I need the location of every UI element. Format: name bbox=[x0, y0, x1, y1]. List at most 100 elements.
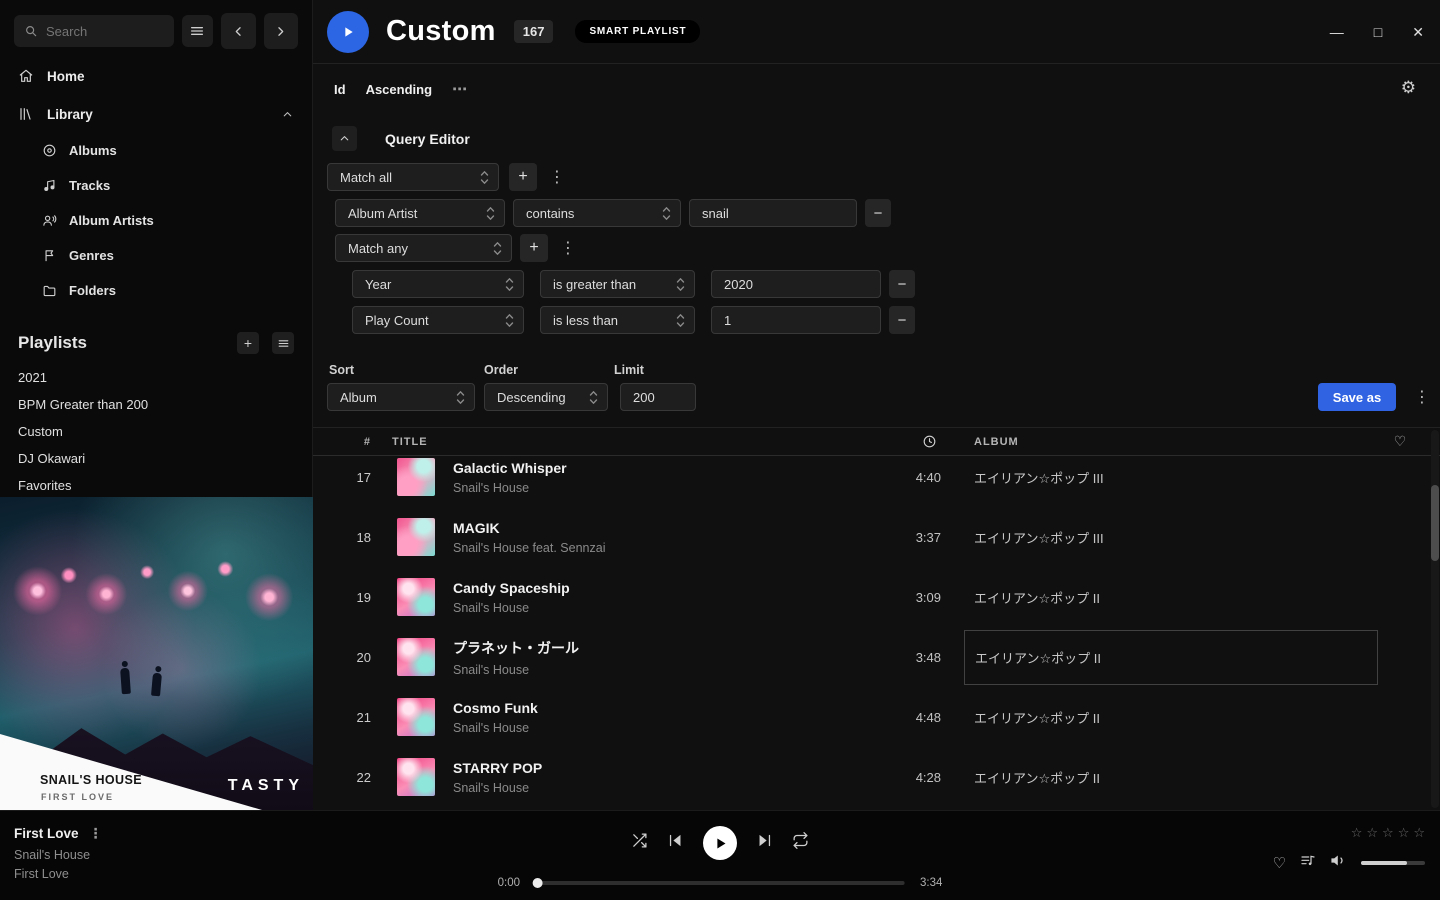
track-album[interactable]: エイリアン☆ポップ III bbox=[941, 468, 1361, 487]
playlist-item-custom[interactable]: Custom bbox=[0, 418, 312, 445]
sidebar-item-folders[interactable]: Folders bbox=[0, 273, 312, 308]
track-artist[interactable]: Snail's House bbox=[453, 721, 851, 735]
seek-bar[interactable] bbox=[535, 881, 905, 885]
track-title[interactable]: プラネット・ガール bbox=[453, 638, 851, 658]
rule-operator-select[interactable]: is less than bbox=[540, 306, 695, 334]
track-album-cell-focused[interactable]: エイリアン☆ポップ II bbox=[941, 630, 1361, 685]
sidebar-item-genres[interactable]: Genres bbox=[0, 238, 312, 273]
match-all-select[interactable]: Match all bbox=[327, 163, 499, 191]
scrollbar-thumb[interactable] bbox=[1431, 485, 1439, 561]
star-icon[interactable]: ☆ bbox=[1413, 825, 1425, 841]
volume-button[interactable] bbox=[1330, 852, 1347, 874]
track-menu-button[interactable]: ⋮ bbox=[89, 825, 103, 842]
track-title[interactable]: Candy Spaceship bbox=[453, 580, 851, 596]
previous-button[interactable] bbox=[667, 832, 684, 854]
star-icon[interactable]: ☆ bbox=[1382, 825, 1394, 841]
search-input[interactable] bbox=[14, 15, 174, 47]
queue-button[interactable] bbox=[1300, 853, 1316, 874]
track-album[interactable]: エイリアン☆ポップ II bbox=[941, 708, 1361, 727]
settings-gear-icon[interactable]: ⚙ bbox=[1401, 78, 1416, 98]
play-playlist-button[interactable] bbox=[327, 11, 369, 53]
track-title[interactable]: Galactic Whisper bbox=[453, 460, 851, 476]
volume-slider[interactable] bbox=[1361, 861, 1425, 865]
rule-value-input[interactable] bbox=[711, 270, 881, 298]
star-icon[interactable]: ☆ bbox=[1351, 825, 1363, 841]
track-title[interactable]: Cosmo Funk bbox=[453, 700, 851, 716]
match-any-select[interactable]: Match any bbox=[335, 234, 512, 262]
now-playing-album[interactable]: First Love bbox=[14, 867, 103, 881]
search-field[interactable] bbox=[46, 24, 154, 39]
remove-rule-button[interactable]: − bbox=[865, 199, 891, 227]
add-group-rule-button[interactable]: + bbox=[520, 234, 548, 262]
rule-field-select[interactable]: Play Count bbox=[352, 306, 524, 334]
rule-field-select[interactable]: Album Artist bbox=[335, 199, 505, 227]
remove-rule-button[interactable]: − bbox=[889, 270, 915, 298]
sidebar-item-album-artists[interactable]: Album Artists bbox=[0, 203, 312, 238]
track-artist[interactable]: Snail's House bbox=[453, 481, 851, 495]
rule-field-select[interactable]: Year bbox=[352, 270, 524, 298]
save-menu-button[interactable]: ⋮ bbox=[1410, 387, 1434, 407]
collapse-query-editor-button[interactable] bbox=[332, 126, 357, 151]
star-icon[interactable]: ☆ bbox=[1398, 825, 1410, 841]
now-playing-title[interactable]: First Love bbox=[14, 826, 79, 841]
track-title[interactable]: STARRY POP bbox=[453, 760, 851, 776]
track-artist[interactable]: Snail's House bbox=[453, 601, 851, 615]
close-button[interactable]: ✕ bbox=[1412, 24, 1424, 41]
back-button[interactable] bbox=[221, 13, 255, 49]
limit-field[interactable] bbox=[633, 390, 686, 405]
chevron-up-icon[interactable] bbox=[281, 108, 294, 121]
group-menu-button[interactable]: ⋮ bbox=[556, 238, 580, 258]
add-rule-button[interactable]: + bbox=[509, 163, 537, 191]
track-album[interactable]: エイリアン☆ポップ III bbox=[941, 528, 1361, 547]
table-row[interactable]: 22 STARRY POP Snail's House 4:28 エイリアン☆ポ… bbox=[313, 747, 1440, 807]
column-header-album[interactable]: ALBUM bbox=[941, 436, 1361, 448]
rule-value-input[interactable] bbox=[711, 306, 881, 334]
table-row[interactable]: 17 Galactic Whisper Snail's House 4:40 エ… bbox=[313, 457, 1440, 507]
track-artist[interactable]: Snail's House feat. Sennzai bbox=[453, 541, 851, 555]
minimize-button[interactable]: — bbox=[1330, 24, 1344, 40]
playlist-item-bpm[interactable]: BPM Greater than 200 bbox=[0, 391, 312, 418]
column-header-title[interactable]: TITLE bbox=[371, 436, 851, 448]
track-artist[interactable]: Snail's House bbox=[453, 781, 851, 795]
table-row[interactable]: 19 Candy Spaceship Snail's House 3:09 エイ… bbox=[313, 567, 1440, 627]
track-album[interactable]: エイリアン☆ポップ II bbox=[941, 768, 1361, 787]
next-button[interactable] bbox=[756, 832, 773, 854]
shuffle-button[interactable] bbox=[631, 832, 648, 854]
add-playlist-button[interactable]: + bbox=[237, 332, 259, 354]
table-row[interactable]: 20 プラネット・ガール Snail's House 3:48 エイリアン☆ポッ… bbox=[313, 627, 1440, 687]
sidebar-item-home[interactable]: Home bbox=[0, 57, 312, 95]
star-icon[interactable]: ☆ bbox=[1366, 825, 1378, 841]
track-title[interactable]: MAGIK bbox=[453, 520, 851, 536]
menu-button[interactable] bbox=[182, 15, 213, 47]
column-header-favorite[interactable]: ♡ bbox=[1361, 433, 1440, 450]
sort-order-button[interactable]: Ascending bbox=[366, 82, 432, 97]
rule-value-field[interactable] bbox=[724, 277, 871, 292]
playlist-list-button[interactable] bbox=[272, 332, 294, 354]
favorite-button[interactable]: ♡ bbox=[1273, 854, 1286, 872]
forward-button[interactable] bbox=[264, 13, 298, 49]
repeat-button[interactable] bbox=[792, 832, 809, 854]
order-select[interactable]: Descending bbox=[484, 383, 608, 411]
rule-operator-select[interactable]: is greater than bbox=[540, 270, 695, 298]
remove-rule-button[interactable]: − bbox=[889, 306, 915, 334]
rule-operator-select[interactable]: contains bbox=[513, 199, 681, 227]
table-row[interactable]: 21 Cosmo Funk Snail's House 4:48 エイリアン☆ポ… bbox=[313, 687, 1440, 747]
limit-input[interactable] bbox=[620, 383, 696, 411]
sort-select[interactable]: Album bbox=[327, 383, 475, 411]
track-album[interactable]: エイリアン☆ポップ II bbox=[941, 588, 1361, 607]
playlist-item-2021[interactable]: 2021 bbox=[0, 364, 312, 391]
track-artist[interactable]: Snail's House bbox=[453, 663, 851, 677]
play-pause-button[interactable] bbox=[703, 826, 737, 860]
sort-field-button[interactable]: Id bbox=[334, 82, 346, 97]
now-playing-artist[interactable]: Snail's House bbox=[14, 848, 103, 862]
sidebar-item-library[interactable]: Library bbox=[0, 95, 312, 133]
playlist-item-dj-okawari[interactable]: DJ Okawari bbox=[0, 445, 312, 472]
maximize-button[interactable]: □ bbox=[1374, 24, 1382, 40]
save-as-button[interactable]: Save as bbox=[1318, 383, 1396, 411]
sidebar-item-tracks[interactable]: Tracks bbox=[0, 168, 312, 203]
seek-thumb[interactable] bbox=[533, 878, 543, 888]
column-header-duration[interactable] bbox=[851, 434, 941, 449]
playlist-item-favorites[interactable]: Favorites bbox=[0, 472, 312, 499]
rule-value-field[interactable] bbox=[724, 313, 871, 328]
sidebar-item-albums[interactable]: Albums bbox=[0, 133, 312, 168]
